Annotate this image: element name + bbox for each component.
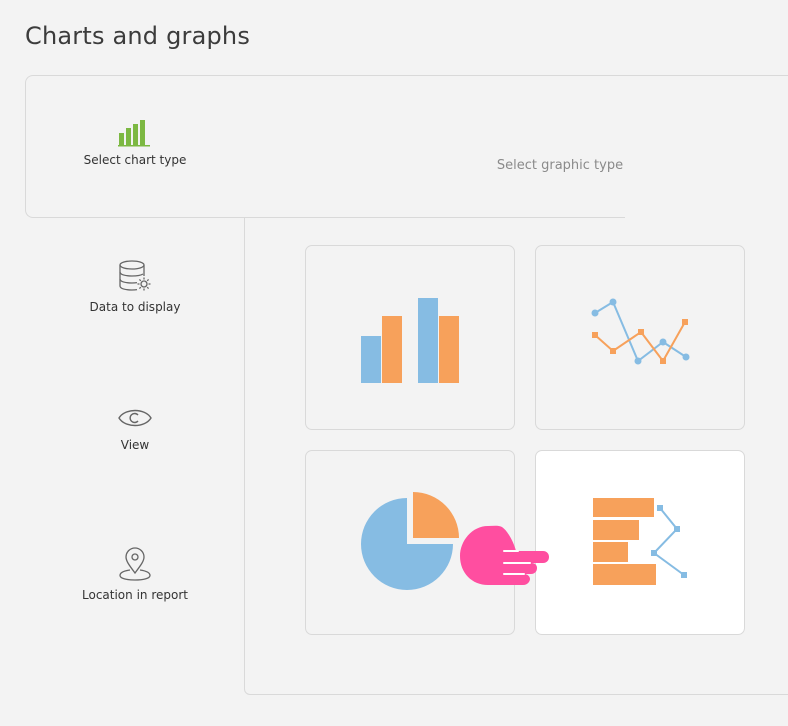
- chart-type-tile-line[interactable]: [535, 245, 745, 430]
- step-view[interactable]: View: [25, 404, 245, 452]
- section-heading: Select graphic type: [496, 158, 624, 173]
- step-location-in-report[interactable]: Location in report: [25, 546, 245, 602]
- line-chart-icon: [591, 298, 690, 365]
- column-chart-icon: [361, 298, 459, 383]
- chart-type-tile-bar[interactable]: [305, 245, 515, 430]
- step-label: Select chart type: [83, 153, 187, 167]
- pointing-hand-icon: [460, 525, 549, 585]
- bar-chart-icon: [118, 120, 150, 147]
- page-title: Charts and graphs: [25, 22, 251, 50]
- panel-join: [245, 76, 788, 217]
- horizontal-bar-line-chart-icon: [593, 498, 687, 585]
- eye-icon: [118, 409, 152, 427]
- step-label: View: [120, 438, 150, 452]
- map-pin-icon: [119, 547, 151, 581]
- step-select-chart-type[interactable]: Select chart type: [25, 117, 245, 167]
- step-label: Location in report: [82, 588, 188, 602]
- chart-type-tile-bar-line[interactable]: [535, 450, 745, 635]
- database-settings-icon: [119, 260, 151, 291]
- step-label: Data to display: [89, 300, 181, 314]
- panel-top-border: [245, 75, 788, 76]
- step-data-to-display[interactable]: Data to display: [25, 258, 245, 314]
